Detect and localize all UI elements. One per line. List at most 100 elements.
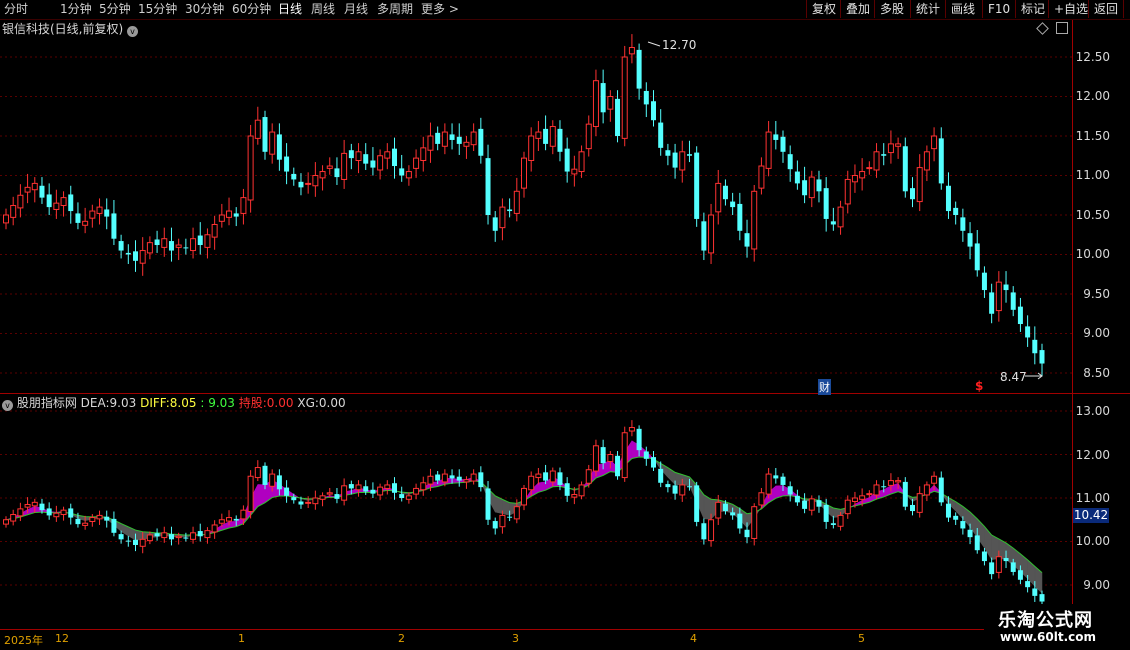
main-candle — [68, 194, 74, 212]
indicator-axis-label: 9.00 — [1083, 578, 1110, 592]
indicator-candle — [658, 468, 664, 483]
dividend-marker[interactable]: $ — [975, 379, 983, 393]
indicator-candle — [96, 514, 103, 520]
time-label-feb: 2 — [398, 632, 405, 645]
time-label-mar: 3 — [512, 632, 519, 645]
price-label: 10.00 — [1075, 247, 1110, 261]
indicator-candle — [607, 454, 614, 462]
price-label: 12.00 — [1075, 89, 1110, 103]
indicator-candle — [866, 493, 873, 496]
main-candle — [708, 214, 715, 254]
chevron-down-icon[interactable]: v — [2, 400, 13, 411]
time-label-apr: 4 — [690, 632, 697, 645]
main-candle — [175, 244, 182, 248]
main-candle — [701, 221, 707, 251]
indicator-candle — [190, 532, 197, 540]
indicator-candle — [247, 475, 254, 512]
main-candle — [470, 131, 477, 146]
indicator-line — [5, 456, 1043, 574]
main-candle — [334, 168, 340, 178]
price-label: 10.50 — [1075, 208, 1110, 222]
main-candle — [823, 188, 829, 219]
indicator-candle — [319, 495, 326, 500]
main-candle — [931, 135, 938, 150]
indicator-candle — [686, 486, 692, 488]
indicator-candle — [139, 538, 146, 547]
main-candle — [507, 209, 513, 212]
main-candle — [190, 238, 197, 252]
time-label-year: 2025年 — [4, 634, 43, 647]
main-candle — [571, 168, 578, 175]
main-candle — [146, 242, 153, 254]
main-candle — [3, 214, 9, 224]
indicator-candle — [902, 481, 908, 507]
kline-chart[interactable] — [0, 0, 1130, 650]
main-candle — [31, 182, 38, 191]
indicator-candle — [154, 533, 160, 537]
finance-marker[interactable]: 财 — [818, 379, 831, 395]
main-candle — [305, 182, 312, 185]
indicator-candle — [204, 530, 211, 539]
indicator-candle — [507, 516, 513, 518]
pane-divider — [0, 393, 1130, 394]
main-candle — [413, 157, 420, 169]
price-label: 12.50 — [1075, 50, 1110, 64]
main-candle — [945, 185, 951, 212]
main-candle — [615, 98, 621, 136]
diff-value: 8.05 — [169, 396, 197, 410]
main-candle — [981, 272, 987, 291]
indicator-candle — [197, 531, 203, 537]
indicator-candle — [1010, 562, 1016, 572]
main-candle — [291, 173, 297, 180]
indicator-candle — [694, 485, 700, 522]
main-candle — [53, 202, 60, 210]
indicator-axis-label: 11.00 — [1075, 491, 1110, 505]
indicator-candle — [910, 504, 915, 512]
indicator-candle — [427, 475, 434, 485]
main-candle — [485, 158, 491, 215]
main-candle — [449, 134, 455, 140]
indicator-candle — [881, 486, 887, 488]
indicator-candle — [722, 503, 728, 512]
main-candle — [643, 90, 649, 105]
main-candle — [240, 197, 247, 214]
main-candle — [75, 213, 81, 223]
indicator-candle — [816, 500, 822, 507]
main-candle — [851, 175, 858, 183]
indicator-candle — [1025, 581, 1031, 588]
indicator-candle — [262, 465, 268, 485]
indicator-candle — [305, 501, 312, 504]
indicator-candle — [68, 508, 74, 518]
indicator-candle — [543, 472, 549, 481]
indicator-candle — [89, 517, 96, 522]
watermark-url: www.60lt.com — [1000, 630, 1097, 644]
indicator-title-bar: v 股朋指标网 DEA:9.03 DIFF:8.05 : 9.03 持股:0.0… — [2, 396, 346, 411]
main-candle — [499, 206, 506, 229]
indicator-candle — [31, 501, 38, 507]
hold-label: 持股: — [238, 396, 267, 410]
indicator-candle — [744, 529, 750, 538]
main-candle — [665, 150, 671, 156]
indicator-candle — [751, 506, 758, 539]
main-candle — [284, 156, 290, 172]
indicator-candle — [808, 498, 815, 511]
main-candle — [492, 217, 498, 231]
indicator-candle — [636, 428, 642, 451]
indicator-candle — [1017, 570, 1023, 580]
indicator-candle — [571, 494, 578, 498]
main-candle — [276, 134, 282, 160]
indicator-candle — [326, 492, 333, 495]
xg-value: 0.00 — [318, 396, 346, 410]
indicator-candle — [787, 486, 793, 495]
chevron-down-icon[interactable]: v — [127, 26, 139, 37]
main-candle — [384, 151, 391, 159]
indicator-candle — [470, 473, 477, 482]
indicator-candle — [873, 484, 880, 496]
low-price-label: 8.47 — [1000, 370, 1027, 384]
indicator-candle — [218, 519, 225, 524]
main-candle — [319, 171, 326, 179]
indicator-candle — [995, 556, 1002, 573]
main-candle — [837, 206, 844, 228]
window-toggle-icon[interactable] — [1056, 22, 1068, 34]
main-candle — [89, 210, 96, 219]
